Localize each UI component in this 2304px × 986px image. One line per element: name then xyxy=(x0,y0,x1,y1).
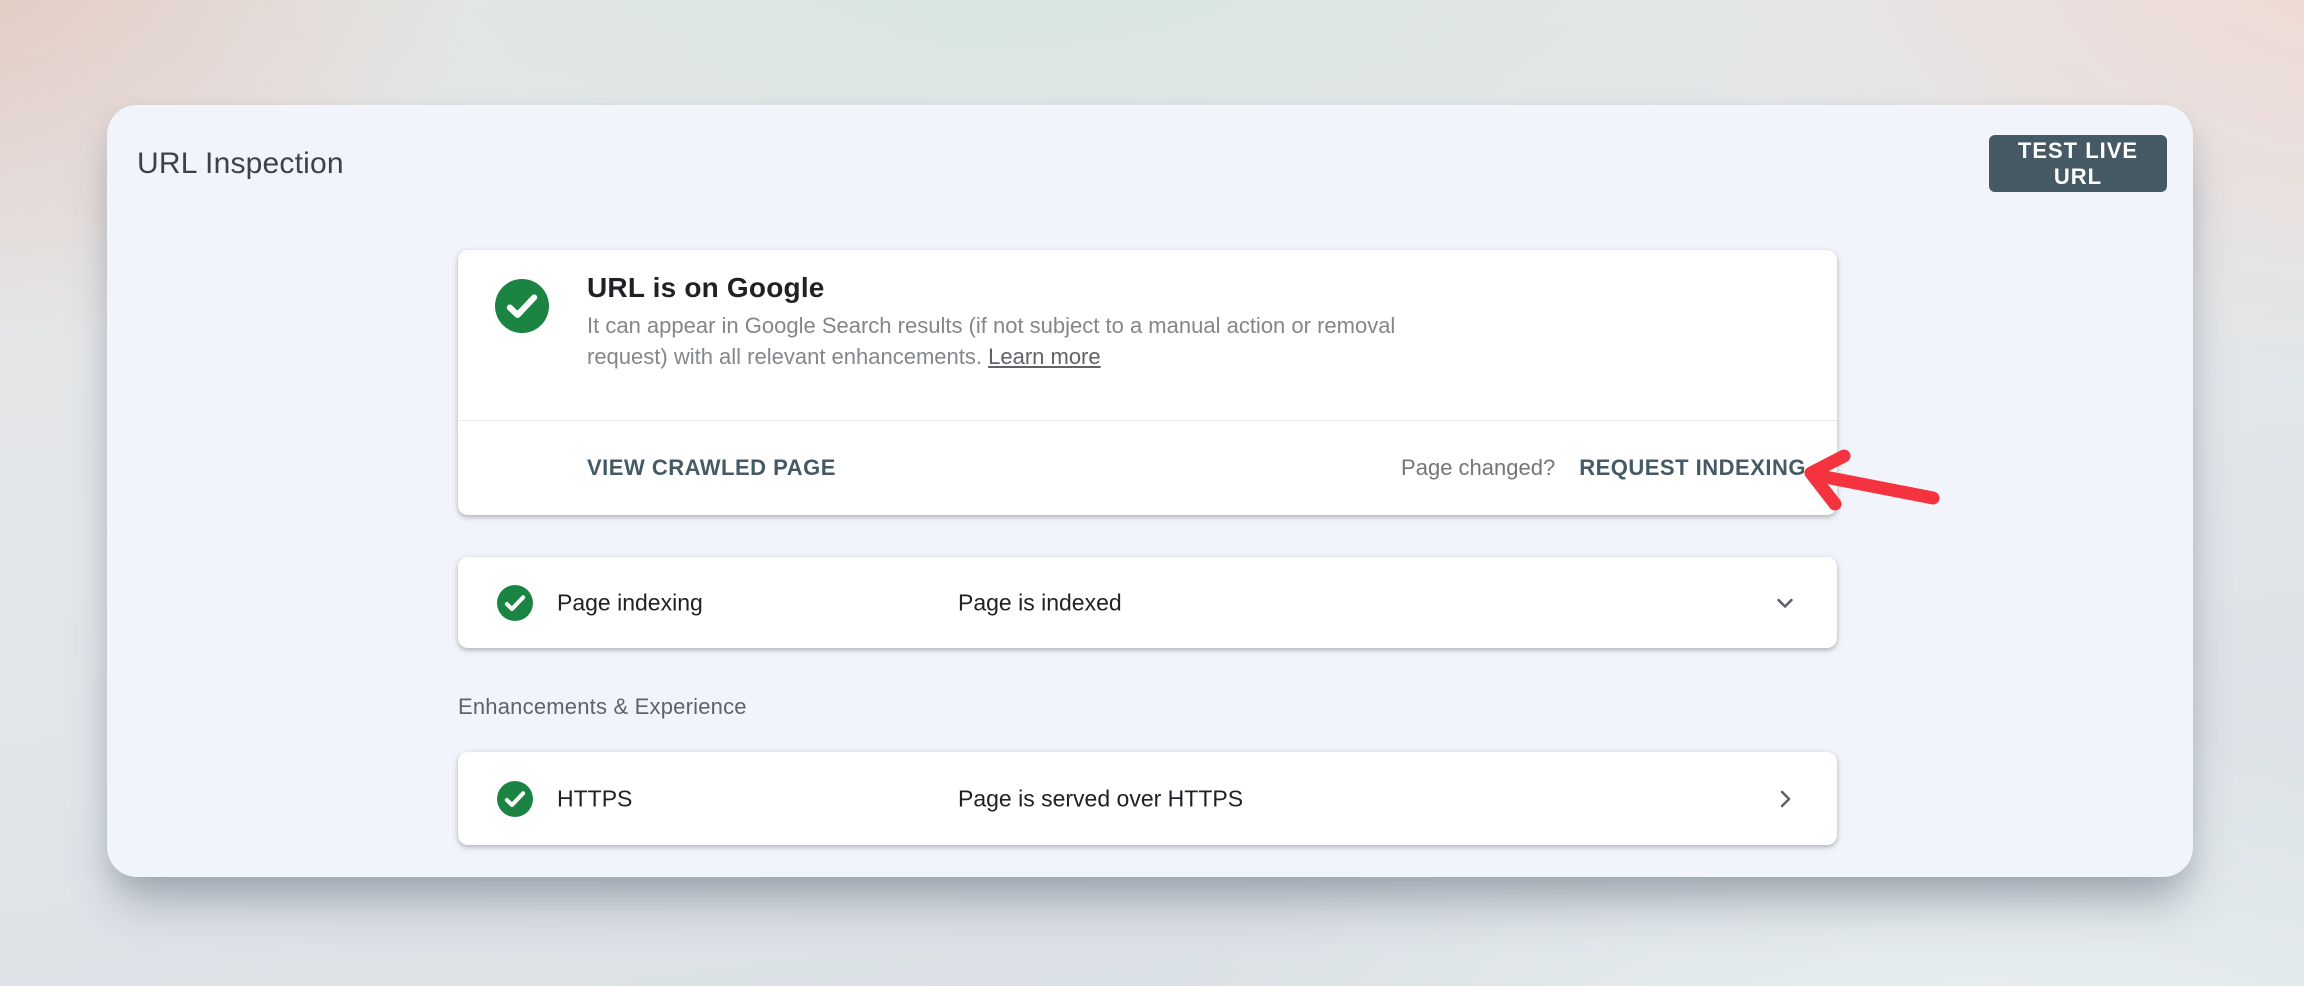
section-enhancements-label: Enhancements & Experience xyxy=(458,694,747,720)
page-indexing-row[interactable]: Page indexing Page is indexed xyxy=(458,557,1837,648)
learn-more-link[interactable]: Learn more xyxy=(988,344,1101,369)
request-indexing-link[interactable]: REQUEST INDEXING xyxy=(1579,455,1806,481)
page-indexing-label: Page indexing xyxy=(557,589,703,616)
chevron-right-icon[interactable] xyxy=(1771,785,1799,813)
test-live-url-button[interactable]: TEST LIVE URL xyxy=(1989,135,2167,192)
check-circle-icon xyxy=(497,585,533,621)
red-arrow-annotation-icon xyxy=(1795,443,1947,525)
chevron-down-icon[interactable] xyxy=(1771,589,1799,617)
view-crawled-page-link[interactable]: VIEW CRAWLED PAGE xyxy=(587,455,836,481)
check-circle-icon xyxy=(495,279,549,333)
action-row: VIEW CRAWLED PAGE Page changed? REQUEST … xyxy=(458,421,1837,515)
https-row[interactable]: HTTPS Page is served over HTTPS xyxy=(458,752,1837,845)
page-indexing-status: Page is indexed xyxy=(958,589,1122,616)
https-label: HTTPS xyxy=(557,785,632,812)
https-status: Page is served over HTTPS xyxy=(958,785,1243,812)
check-circle-icon xyxy=(497,781,533,817)
result-card: URL is on Google It can appear in Google… xyxy=(458,250,1837,515)
result-status-title: URL is on Google xyxy=(587,272,825,304)
url-inspection-panel: URL Inspection TEST LIVE URL URL is on G… xyxy=(107,105,2193,877)
result-description: It can appear in Google Search results (… xyxy=(587,310,1455,372)
page-changed-label: Page changed? xyxy=(1401,455,1555,481)
page-title: URL Inspection xyxy=(137,147,344,181)
